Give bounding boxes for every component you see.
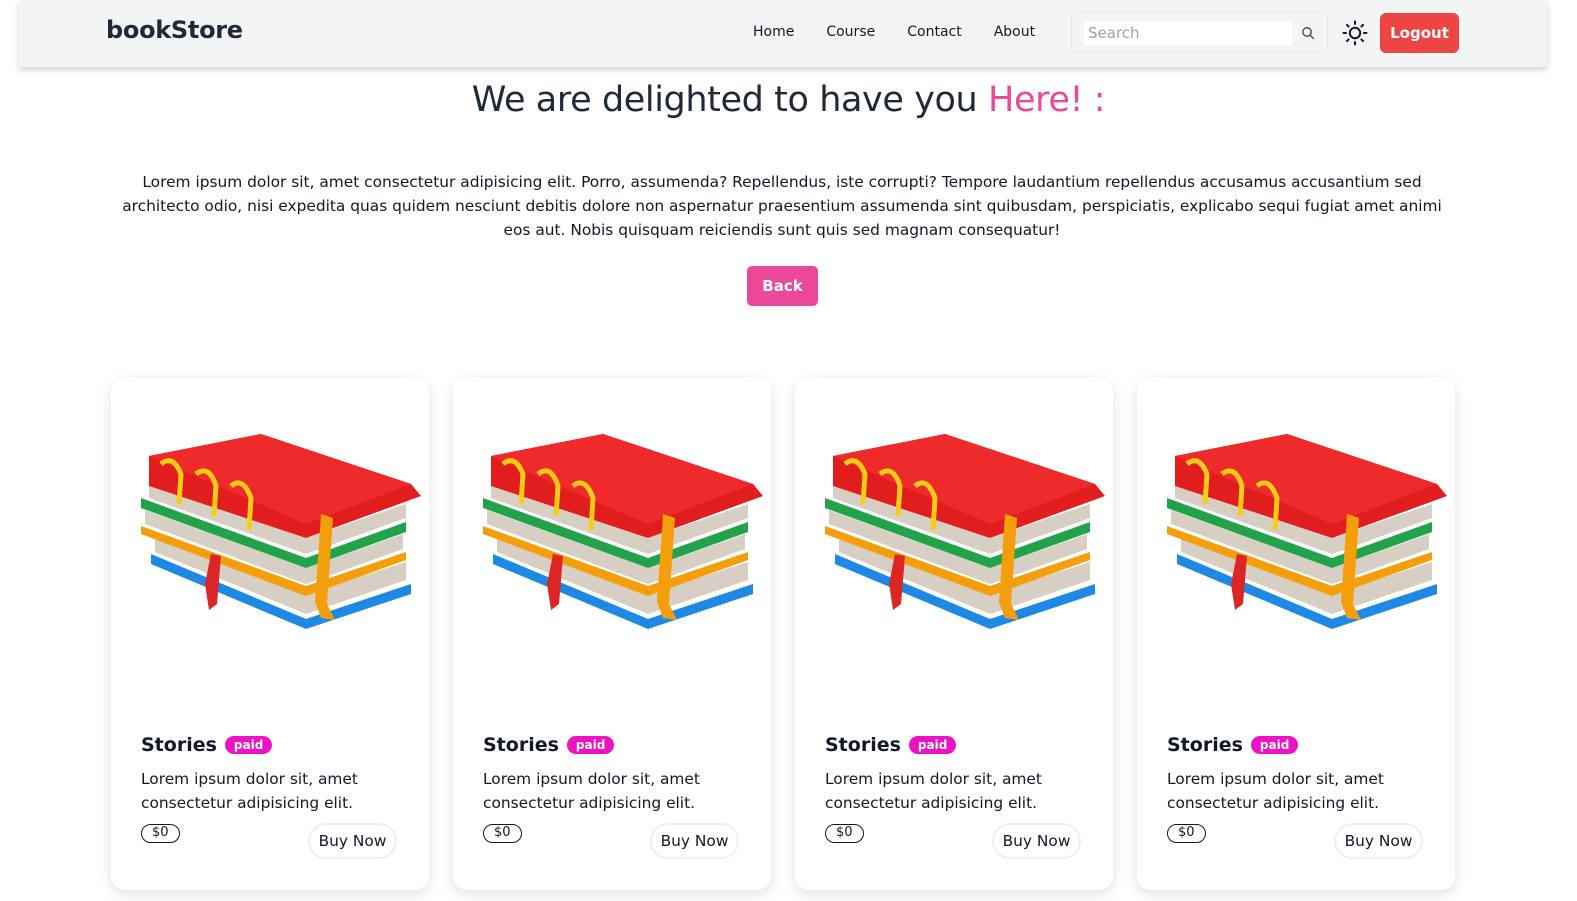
buy-now-button[interactable]: Buy Now [308,823,397,859]
nav-link-contact[interactable]: Contact [907,24,961,40]
book-card: Stories paid Lorem ipsum dolor sit, amet… [795,378,1113,890]
card-description: Lorem ipsum dolor sit, amet consectetur … [141,770,358,812]
card-title-row: Stories paid [141,734,273,756]
intro-text: Lorem ipsum dolor sit, amet consectetur … [122,173,1442,239]
buy-now-button[interactable]: Buy Now [650,823,739,859]
page-title: We are delighted to have you Here! : [0,80,1577,120]
brand-logo[interactable]: bookStore [106,16,243,44]
nav-link-home[interactable]: Home [753,24,794,40]
buy-now-button[interactable]: Buy Now [992,823,1081,859]
search-icon[interactable] [1300,25,1316,41]
price-badge: $0 [141,824,180,843]
card-description: Lorem ipsum dolor sit, amet consectetur … [483,770,700,812]
logout-button[interactable]: Logout [1380,13,1459,53]
card-title: Stories [1167,734,1243,756]
search-box [1071,12,1328,53]
sun-icon[interactable] [1341,19,1369,47]
book-card: Stories paid Lorem ipsum dolor sit, amet… [1137,378,1455,890]
card-description: Lorem ipsum dolor sit, amet consectetur … [1167,770,1384,812]
card-title-row: Stories paid [1167,734,1299,756]
title-accent: Here! : [988,80,1106,120]
status-badge: paid [566,736,615,754]
search-input[interactable] [1084,21,1292,45]
nav-link-about[interactable]: About [994,24,1035,40]
buy-now-button[interactable]: Buy Now [1334,823,1423,859]
books-image [1167,434,1447,629]
status-badge: paid [1250,736,1299,754]
nav-links: Home Course Contact About [753,24,1067,40]
books-image [141,434,421,629]
price-badge: $0 [483,824,522,843]
card-title: Stories [825,734,901,756]
card-description: Lorem ipsum dolor sit, amet consectetur … [825,770,1042,812]
card-title: Stories [141,734,217,756]
books-image [483,434,763,629]
card-title-row: Stories paid [483,734,615,756]
card-title: Stories [483,734,559,756]
card-list: Stories paid Lorem ipsum dolor sit, amet… [111,378,1455,890]
book-card: Stories paid Lorem ipsum dolor sit, amet… [453,378,771,890]
book-card: Stories paid Lorem ipsum dolor sit, amet… [111,378,429,890]
price-badge: $0 [1167,824,1206,843]
title-main: We are delighted to have you [471,80,989,120]
status-badge: paid [224,736,273,754]
card-title-row: Stories paid [825,734,957,756]
status-badge: paid [908,736,957,754]
navbar: bookStore Home Course Contact About Logo… [19,0,1547,67]
back-button[interactable]: Back [747,266,818,306]
books-image [825,434,1105,629]
nav-link-course[interactable]: Course [826,24,875,40]
price-badge: $0 [825,824,864,843]
